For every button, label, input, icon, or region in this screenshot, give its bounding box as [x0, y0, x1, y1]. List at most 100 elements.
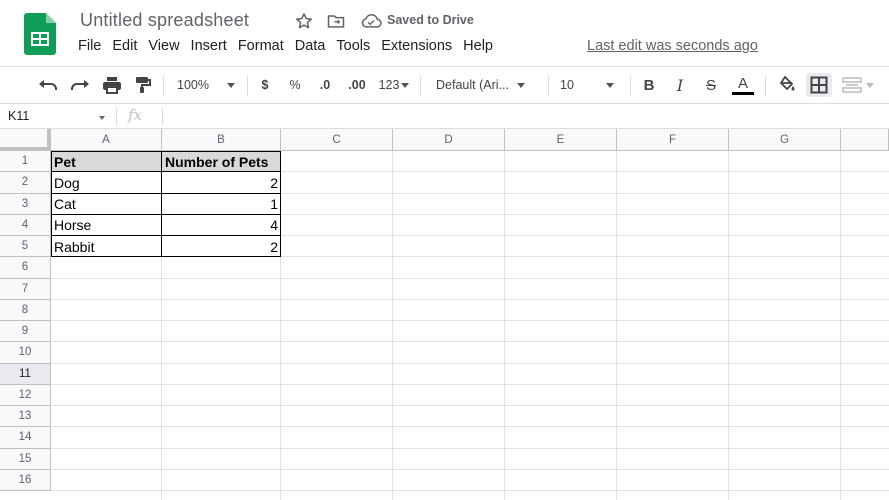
merge-cells-icon[interactable] [840, 73, 876, 97]
gridline [51, 490, 889, 491]
formula-divider [116, 108, 117, 125]
document-title[interactable]: Untitled spreadsheet [80, 10, 249, 31]
menu-data[interactable]: Data [295, 38, 335, 54]
menu-format[interactable]: Format [238, 38, 293, 54]
font-size-select[interactable]: 10 [560, 73, 622, 97]
cell-a4[interactable]: Horse [51, 215, 162, 236]
cell-b4[interactable]: 4 [162, 215, 281, 236]
gridline [51, 426, 889, 428]
menu-file[interactable]: File [78, 38, 110, 54]
table-border [51, 151, 281, 152]
cell-b1[interactable]: Number of Pets [162, 151, 281, 173]
select-all-corner[interactable] [0, 129, 51, 151]
italic-button[interactable]: I [670, 73, 690, 97]
chevron-down-icon [516, 82, 525, 88]
chevron-down-icon [226, 82, 235, 88]
cell-b2[interactable]: 2 [162, 172, 281, 193]
percent-format-button[interactable]: % [286, 73, 304, 97]
gridline [51, 298, 889, 300]
toolbar-divider [548, 76, 549, 96]
gridline [51, 447, 889, 449]
table-border [51, 213, 281, 215]
text-color-swatch [732, 91, 754, 95]
fill-color-icon[interactable] [776, 73, 798, 97]
column-header-b[interactable]: B [162, 129, 281, 151]
row-header-3[interactable]: 3 [0, 193, 51, 215]
print-icon[interactable] [100, 73, 124, 97]
formula-divider [162, 108, 163, 125]
row-header-13[interactable]: 13 [0, 406, 51, 428]
row-header-14[interactable]: 14 [0, 427, 51, 449]
more-formats-label: 123 [378, 78, 400, 92]
column-header-c[interactable]: C [281, 129, 393, 151]
strikethrough-button[interactable]: S [701, 73, 721, 97]
gridline [728, 151, 729, 500]
menu-help[interactable]: Help [463, 38, 502, 54]
sheet-grid[interactable]: A B C D E F G 1 2 3 4 5 6 7 8 9 10 11 12 13 14 15 16 Pet Number … [0, 129, 889, 500]
move-folder-icon[interactable] [326, 11, 346, 31]
column-header-g[interactable]: G [729, 129, 841, 151]
row-header-15[interactable]: 15 [0, 448, 51, 470]
row-header-1[interactable]: 1 [0, 151, 51, 173]
row-header-9[interactable]: 9 [0, 321, 51, 343]
spreadsheet-app: Untitled spreadsheet Saved to Drive File… [0, 0, 889, 500]
column-header-e[interactable]: E [505, 129, 617, 151]
menu-tools[interactable]: Tools [336, 38, 379, 54]
cell-b5[interactable]: 2 [162, 236, 281, 257]
menu-edit[interactable]: Edit [112, 38, 146, 54]
cell-a2[interactable]: Dog [51, 172, 162, 193]
menu-view[interactable]: View [148, 38, 188, 54]
borders-icon[interactable] [806, 73, 832, 97]
star-icon[interactable] [294, 11, 314, 31]
sheets-logo-icon[interactable] [24, 13, 56, 55]
cell-a1[interactable]: Pet [51, 151, 162, 173]
increase-decimal-button[interactable]: .00 [343, 73, 371, 97]
row-header-16[interactable]: 16 [0, 469, 51, 491]
text-color-button[interactable]: A [731, 73, 755, 97]
column-header-a[interactable]: A [51, 129, 162, 151]
bold-label: B [643, 76, 655, 94]
decrease-decimal-button[interactable]: .0 [313, 73, 337, 97]
zoom-value: 100% [177, 78, 209, 92]
zoom-select[interactable]: 100% [172, 73, 240, 97]
row-header-5[interactable]: 5 [0, 236, 51, 258]
row-header-2[interactable]: 2 [0, 172, 51, 194]
row-header-6[interactable]: 6 [0, 257, 51, 279]
toolbar-divider [247, 76, 248, 96]
font-family-value: Default (Ari... [436, 78, 509, 92]
toolbar-divider [163, 76, 164, 96]
column-header-d[interactable]: D [393, 129, 505, 151]
column-header-h[interactable] [841, 129, 889, 151]
menu-insert[interactable]: Insert [191, 38, 236, 54]
table-border [51, 151, 52, 258]
currency-format-button[interactable]: $ [256, 73, 274, 97]
cell-a5[interactable]: Rabbit [51, 236, 162, 257]
toolbar-divider [765, 76, 766, 96]
row-header-12[interactable]: 12 [0, 384, 51, 406]
redo-icon[interactable] [68, 73, 92, 97]
row-header-11[interactable]: 11 [0, 363, 51, 385]
chevron-down-icon[interactable] [99, 116, 105, 120]
row-header-7[interactable]: 7 [0, 278, 51, 300]
cell-b3[interactable]: 1 [162, 194, 281, 215]
more-formats-button[interactable]: 123 [376, 73, 412, 97]
decrease-decimal-label: .0 [319, 78, 331, 92]
bold-button[interactable]: B [639, 73, 659, 97]
formula-bar: K11 fx [0, 104, 889, 129]
name-box[interactable]: K11 [8, 109, 29, 123]
row-header-10[interactable]: 10 [0, 342, 51, 364]
row-header-8[interactable]: 8 [0, 299, 51, 321]
cell-a3[interactable]: Cat [51, 194, 162, 215]
last-edit-link[interactable]: Last edit was seconds ago [587, 38, 758, 54]
row-header-4[interactable]: 4 [0, 214, 51, 236]
gridline [51, 362, 889, 364]
paint-format-icon[interactable] [131, 73, 155, 97]
menu-extensions[interactable]: Extensions [381, 38, 461, 54]
title-bar: Untitled spreadsheet Saved to Drive File… [0, 0, 889, 66]
formula-input[interactable] [170, 107, 870, 125]
column-header-f[interactable]: F [617, 129, 729, 151]
undo-icon[interactable] [36, 73, 60, 97]
font-family-select[interactable]: Default (Ari... [436, 73, 540, 97]
cloud-saved-icon[interactable] [360, 11, 382, 31]
table-border [51, 256, 281, 258]
